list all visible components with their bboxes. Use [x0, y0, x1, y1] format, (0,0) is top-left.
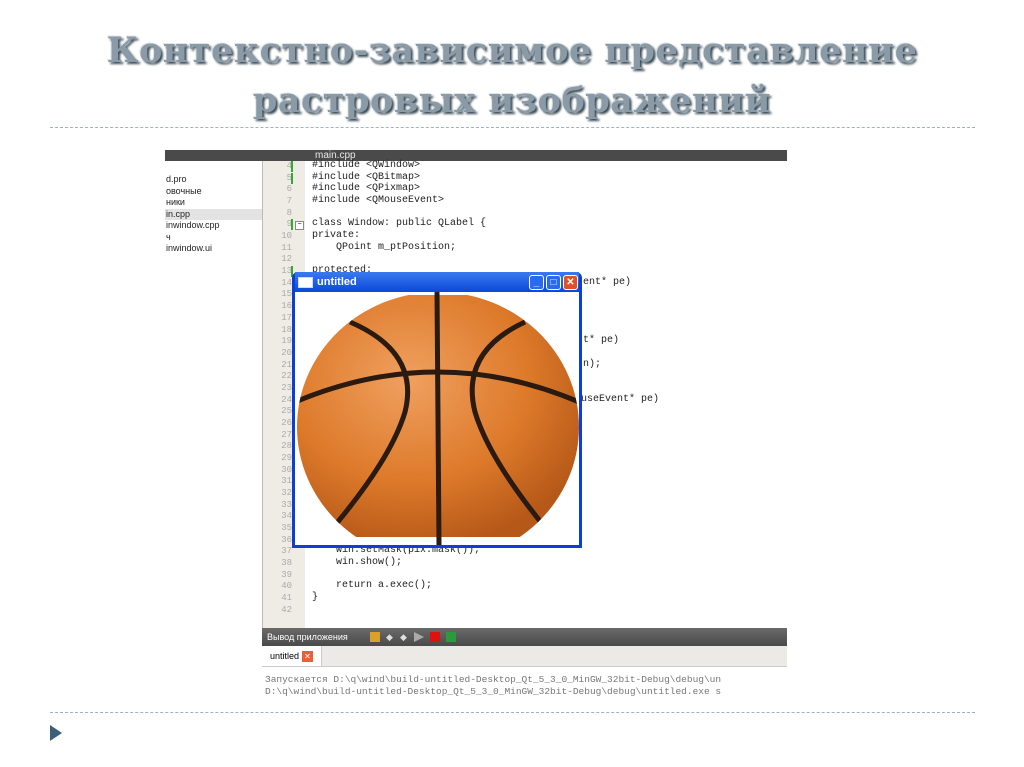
slide-title-line1: Контекстно-зависимое представление [106, 30, 918, 71]
change-marker [291, 172, 293, 184]
line-number: 16 [281, 301, 292, 312]
close-button[interactable]: ✕ [563, 274, 578, 290]
line-number: 4 [286, 161, 292, 171]
line-number: 34 [281, 511, 292, 522]
project-tree-item[interactable]: овочные [165, 186, 262, 198]
window-title: untitled [317, 276, 357, 288]
line-number: 13 [281, 266, 292, 277]
line-number: 36 [281, 534, 292, 545]
bullet-triangle-icon [50, 725, 62, 741]
code-line: ouseEvent* pe) [575, 393, 660, 405]
window-content [295, 292, 579, 545]
output-panel-header: Вывод приложения ◆ ◆ [262, 628, 787, 646]
code-line: } [312, 592, 319, 604]
code-line: win.show(); [312, 557, 403, 569]
slide-title-line2: растровых изображений [252, 80, 772, 121]
line-number: 40 [281, 581, 292, 592]
project-tree-item[interactable]: in.cpp [165, 208, 262, 220]
debug-icon[interactable] [446, 632, 456, 642]
line-number: 12 [281, 254, 292, 265]
line-number: 42 [281, 604, 292, 615]
output-tabs: untitled ✕ [262, 646, 787, 667]
code-line: class Window: public QLabel { [312, 218, 487, 230]
line-number: 32 [281, 488, 292, 499]
project-tree-item[interactable]: ники [165, 197, 262, 209]
line-number: 19 [281, 336, 292, 347]
project-tree-item[interactable]: ч [165, 232, 262, 244]
line-number: 26 [281, 417, 292, 428]
line-number: 37 [281, 546, 292, 557]
prev-icon[interactable]: ◆ [386, 632, 394, 642]
line-number: 28 [281, 441, 292, 452]
line-number: 29 [281, 453, 292, 463]
line-number: 15 [281, 289, 292, 300]
line-number: 23 [281, 382, 292, 393]
line-number: 18 [281, 324, 292, 335]
line-number: 5 [286, 172, 292, 183]
line-number: 33 [281, 499, 292, 510]
project-tree-item[interactable]: d.pro [165, 174, 262, 186]
attach-icon[interactable] [370, 632, 380, 642]
line-number: 35 [281, 523, 292, 534]
project-tree-item[interactable]: inwindow.ui [165, 243, 262, 255]
output-panel-title: Вывод приложения [267, 632, 348, 642]
line-number: 17 [281, 312, 292, 323]
divider-bottom [50, 712, 975, 713]
output-toolbar-icons[interactable]: ◆ ◆ [370, 632, 456, 642]
maximize-button[interactable]: □ [546, 274, 561, 290]
close-tab-icon[interactable]: ✕ [302, 650, 314, 662]
code-line: #include <QPixmap> [312, 183, 421, 195]
line-number: 31 [281, 476, 292, 487]
change-marker [291, 161, 293, 172]
line-number: 39 [281, 569, 292, 580]
window-icon [298, 276, 313, 288]
window-titlebar[interactable]: untitled _ □ ✕ [295, 272, 579, 292]
line-number: 27 [281, 429, 292, 440]
project-tree: d.pro овочные ники in.cpp inwindow.cpp ч inwin… [165, 161, 262, 641]
output-line: Запускается D:\q\wind\build-untitled-Des… [265, 674, 722, 685]
line-number: 20 [281, 347, 292, 358]
code-line: n); [583, 358, 602, 370]
code-line: private: [312, 230, 361, 242]
line-number: 21 [281, 359, 292, 370]
line-number: 24 [281, 394, 292, 405]
output-tab-label: untitled [270, 651, 300, 661]
code-line: #include <QWindow> [312, 160, 421, 171]
line-number: 6 [286, 184, 292, 195]
line-number: 38 [281, 558, 292, 569]
code-line: #include <QBitmap> [312, 171, 421, 183]
line-number: 30 [281, 464, 292, 475]
code-line: QPoint m_ptPosition; [312, 241, 457, 253]
code-line: ent* pe) [583, 276, 632, 288]
line-number: 11 [281, 242, 292, 253]
output-tab-untitled[interactable]: untitled ✕ [262, 646, 323, 666]
line-number: 8 [286, 207, 292, 218]
line-number: 10 [281, 231, 292, 242]
fold-toggle-icon[interactable]: − [295, 221, 304, 231]
basketball-image [297, 292, 579, 545]
change-marker [291, 219, 293, 231]
line-number: 22 [281, 371, 292, 382]
code-line: return a.exec(); [312, 580, 433, 592]
next-icon[interactable]: ◆ [400, 632, 408, 642]
minimize-button[interactable]: _ [529, 274, 544, 290]
line-number: 9 [286, 219, 292, 230]
stop-icon[interactable] [430, 632, 440, 642]
line-number: 41 [281, 593, 292, 604]
code-line: t* pe) [583, 335, 620, 347]
line-number: 25 [281, 406, 292, 417]
run-icon[interactable] [414, 632, 424, 642]
code-line: #include <QMouseEvent> [312, 195, 445, 207]
divider-top [50, 127, 975, 128]
output-line: D:\q\wind\build-untitled-Desktop_Qt_5_3_… [265, 686, 722, 696]
line-number: 14 [281, 277, 292, 288]
editor-toolbar: main.cpp [165, 150, 787, 161]
line-number: 7 [286, 196, 292, 207]
project-tree-item[interactable]: inwindow.cpp [165, 220, 262, 232]
untitled-window[interactable]: untitled _ □ ✕ [292, 272, 582, 548]
